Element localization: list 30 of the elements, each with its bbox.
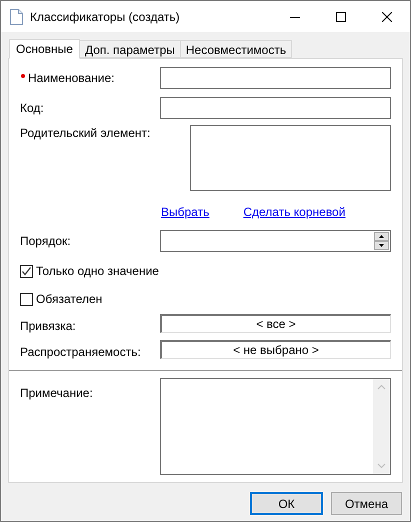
- link[interactable]: Сделать корневой: [243, 203, 346, 221]
- tab[interactable]: Несовместимость: [180, 40, 292, 58]
- tab[interactable]: Доп. параметры: [80, 40, 181, 58]
- field-label: Распространяемость:: [20, 344, 142, 361]
- field-label: Примечание:: [20, 385, 94, 402]
- document-icon: [10, 8, 23, 24]
- spin-buttons-icon[interactable]: [374, 232, 389, 250]
- checkbox-label: Обязателен: [36, 291, 102, 308]
- field-label: Привязка:: [20, 318, 77, 335]
- field-label: Наименование:: [28, 70, 115, 87]
- maximize-icon[interactable]: [336, 12, 346, 22]
- dialog-button[interactable]: Отмена: [331, 492, 402, 515]
- input-field[interactable]: [160, 97, 391, 119]
- checkbox-label: Только одно значение: [36, 263, 159, 280]
- field-label: Порядок:: [20, 233, 72, 250]
- selector-field[interactable]: < не выбрано >: [160, 340, 391, 359]
- field-label: Родительский элемент:: [20, 125, 152, 141]
- spin-field[interactable]: [160, 230, 391, 252]
- dialog-button[interactable]: ОК: [250, 492, 323, 515]
- selector-field[interactable]: < все >: [160, 314, 391, 333]
- text-area[interactable]: [190, 125, 391, 191]
- input-field[interactable]: [160, 67, 391, 89]
- memo-field[interactable]: [160, 378, 391, 475]
- tab[interactable]: Основные: [9, 39, 80, 59]
- close-icon[interactable]: [382, 12, 392, 22]
- window-title: Классификаторы (создать): [30, 8, 180, 26]
- field-label: Код:: [20, 100, 44, 117]
- checkbox[interactable]: [20, 264, 33, 278]
- link[interactable]: Выбрать: [161, 203, 210, 221]
- checkbox[interactable]: [20, 292, 33, 306]
